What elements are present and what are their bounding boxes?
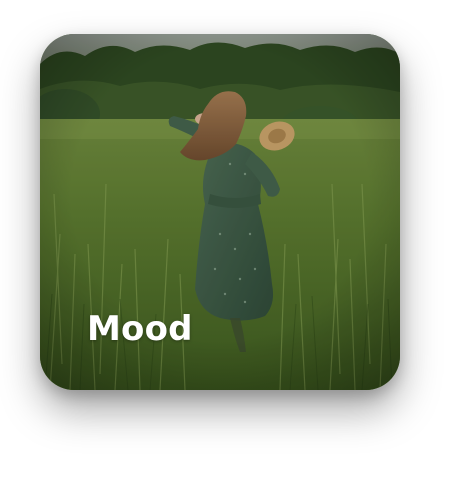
mood-tile[interactable]: Mood: [40, 34, 400, 390]
stage: Mood: [0, 0, 460, 480]
tile-title: Mood: [87, 309, 193, 349]
